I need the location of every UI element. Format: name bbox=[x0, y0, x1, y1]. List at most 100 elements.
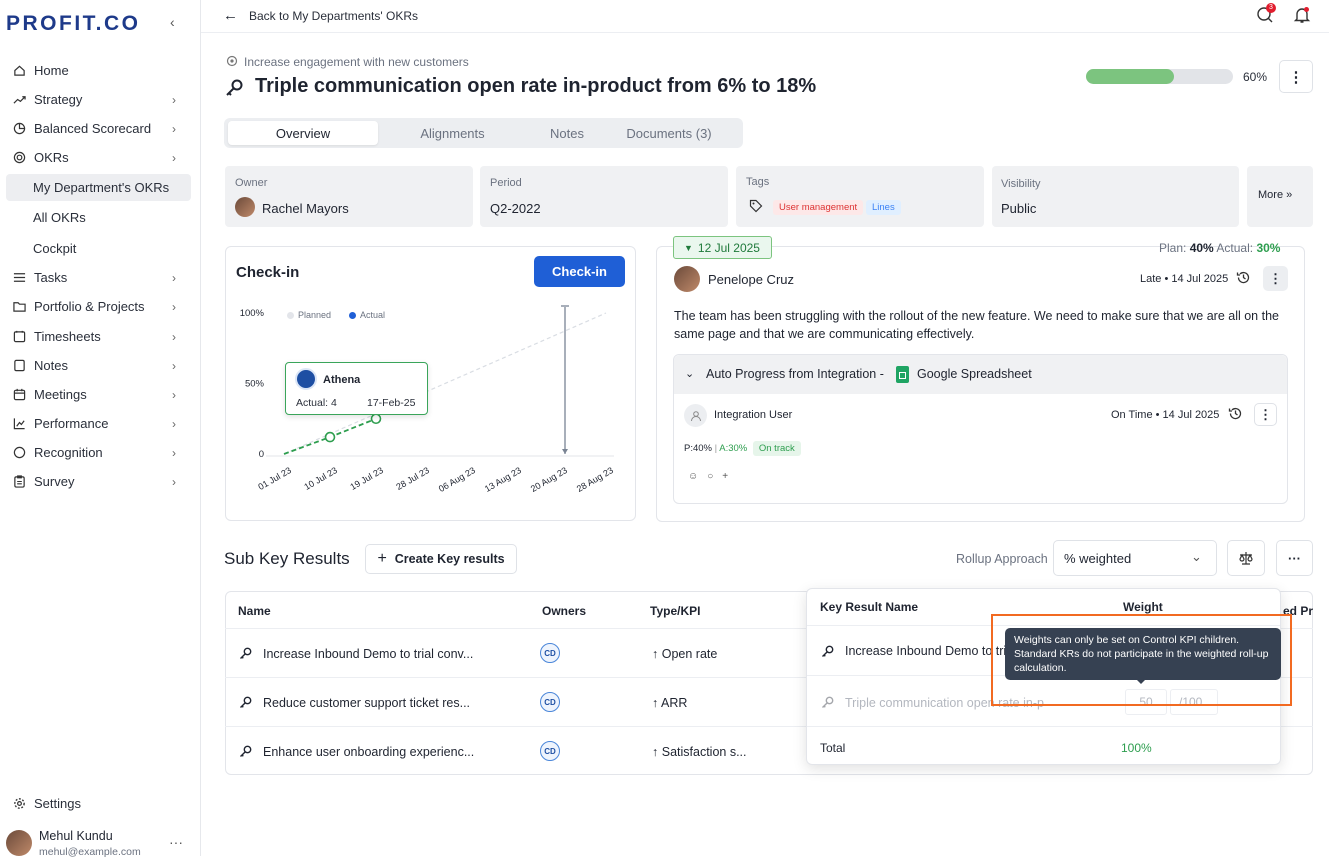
scale-icon[interactable] bbox=[1227, 540, 1265, 576]
note-icon bbox=[12, 359, 26, 373]
actual-point bbox=[324, 431, 336, 443]
plus-icon: + bbox=[377, 550, 387, 567]
sidebar-item-all-okrs[interactable]: All OKRs bbox=[0, 203, 201, 232]
sidebar-item-balanced-scorecard[interactable]: Balanced Scorecard › bbox=[0, 114, 201, 143]
back-link[interactable]: Back to My Departments' OKRs bbox=[249, 9, 418, 23]
arrow-up-icon: ↑ bbox=[652, 696, 659, 710]
integration-more-icon[interactable]: ⋮ bbox=[1254, 403, 1277, 426]
more-button[interactable]: More » bbox=[1247, 166, 1313, 227]
tab-documents[interactable]: Documents (3) bbox=[609, 121, 729, 145]
sidebar-item-meetings[interactable]: Meetings › bbox=[0, 380, 201, 409]
sidebar-item-survey[interactable]: Survey › bbox=[0, 467, 201, 496]
owner-avatar[interactable]: CD bbox=[540, 692, 560, 712]
brand-logo: PROFIT.CO bbox=[6, 12, 141, 35]
chevron-right-icon: › bbox=[172, 270, 176, 285]
more-options-icon[interactable]: ⋮ bbox=[1279, 60, 1313, 93]
sidebar-item-my-department-okrs[interactable]: My Department's OKRs bbox=[6, 174, 191, 201]
visibility-value: Public bbox=[1001, 201, 1037, 216]
key-result-icon bbox=[225, 77, 245, 100]
history-icon[interactable] bbox=[1236, 270, 1251, 288]
tag-chip[interactable]: Lines bbox=[866, 200, 901, 215]
sidebar-item-timesheets[interactable]: Timesheets › bbox=[0, 322, 201, 351]
emoji-icon[interactable]: ☺ bbox=[688, 471, 698, 482]
checkin-status: Late • 14 Jul 2025 bbox=[1140, 273, 1229, 285]
chevron-right-icon: › bbox=[172, 445, 176, 460]
sidebar-item-recognition[interactable]: Recognition › bbox=[0, 438, 201, 467]
rollup-select[interactable]: % weighted ⌄ bbox=[1053, 540, 1217, 576]
row-name[interactable]: Reduce customer support ticket res... bbox=[263, 696, 470, 710]
back-arrow-icon[interactable]: ← bbox=[223, 7, 238, 24]
sidebar-item-portfolio[interactable]: Portfolio & Projects › bbox=[0, 292, 201, 321]
row-name[interactable]: Enhance user onboarding experienc... bbox=[263, 745, 474, 759]
tab-notes[interactable]: Notes bbox=[527, 121, 607, 145]
sidebar-item-home[interactable]: Home bbox=[0, 56, 201, 85]
period-label: Period bbox=[490, 177, 522, 189]
checkin-more-icon[interactable]: ⋮ bbox=[1263, 266, 1288, 291]
integration-title: Auto Progress from Integration - bbox=[706, 367, 884, 381]
checkin-button[interactable]: Check-in bbox=[534, 256, 625, 287]
highlight-box bbox=[991, 614, 1292, 706]
checkin-date-chip[interactable]: ▼ 12 Jul 2025 bbox=[673, 236, 772, 259]
tag-chip[interactable]: User management bbox=[773, 200, 864, 215]
user-menu-icon[interactable]: ··· bbox=[169, 834, 183, 850]
gear-icon bbox=[12, 797, 26, 811]
column-header-weight: Weight bbox=[1123, 600, 1163, 614]
owner-avatar[interactable]: CD bbox=[540, 741, 560, 761]
chart-tooltip: Athena Actual: 4 17-Feb-25 bbox=[285, 362, 428, 415]
create-key-results-button[interactable]: + Create Key results bbox=[365, 544, 517, 574]
owner-avatar[interactable]: CD bbox=[540, 643, 560, 663]
sidebar-item-label: Meetings bbox=[34, 387, 87, 402]
row-name[interactable]: Increase Inbound Demo to trial conv... bbox=[263, 647, 473, 661]
sidebar-item-notes[interactable]: Notes › bbox=[0, 351, 201, 380]
notification-badge: 3 bbox=[1266, 3, 1276, 13]
reaction-bar: ☺ ○ + bbox=[688, 471, 728, 482]
sidebar-item-label: OKRs bbox=[34, 150, 69, 165]
owner-name[interactable]: Rachel Mayors bbox=[262, 201, 349, 216]
plan-value: 40% bbox=[1189, 241, 1214, 255]
sidebar-item-cockpit[interactable]: Cockpit bbox=[0, 234, 201, 263]
circle-icon bbox=[12, 446, 26, 460]
comment-icon[interactable]: ○ bbox=[707, 471, 713, 482]
y-tick-label: 0 bbox=[259, 449, 264, 460]
integration-user-icon bbox=[684, 404, 707, 427]
chevron-right-icon: › bbox=[172, 358, 176, 373]
rollup-label: Rollup Approach bbox=[956, 552, 1048, 566]
legend-planned: Planned bbox=[298, 310, 332, 320]
sidebar-item-tasks[interactable]: Tasks › bbox=[0, 263, 201, 292]
history-icon[interactable] bbox=[1228, 406, 1243, 424]
sidebar-item-okrs[interactable]: OKRs › bbox=[0, 143, 201, 172]
plan-label: Plan: bbox=[1159, 241, 1187, 255]
legend-swatch-actual bbox=[349, 311, 357, 319]
section-more-icon[interactable]: ··· bbox=[1276, 540, 1313, 576]
tab-alignments[interactable]: Alignments bbox=[380, 121, 525, 145]
chevron-down-icon[interactable]: ⌄ bbox=[685, 367, 694, 380]
tab-overview[interactable]: Overview bbox=[228, 121, 378, 145]
sidebar-item-settings[interactable]: Settings bbox=[0, 789, 201, 818]
sidebar-item-strategy[interactable]: Strategy › bbox=[0, 85, 201, 114]
checkin-user[interactable]: Penelope Cruz bbox=[708, 272, 794, 287]
sidebar-item-performance[interactable]: Performance › bbox=[0, 409, 201, 438]
actual-value: 30% bbox=[1256, 241, 1281, 255]
x-tick-label: 10 Jul 23 bbox=[302, 465, 339, 492]
user-name: Mehul Kundu bbox=[39, 829, 113, 843]
calendar-icon bbox=[12, 388, 26, 402]
bell-icon[interactable] bbox=[1293, 6, 1311, 27]
x-tick-label: 28 Aug 23 bbox=[575, 465, 615, 494]
x-tick-label: 19 Jul 23 bbox=[348, 465, 385, 492]
column-header-kr-name: Key Result Name bbox=[820, 600, 919, 614]
plus-icon[interactable]: + bbox=[722, 471, 728, 482]
home-icon bbox=[12, 64, 26, 78]
top-bar: ← Back to My Departments' OKRs 3 bbox=[201, 0, 1329, 33]
double-chevron-down-icon: » bbox=[1286, 189, 1293, 201]
checkin-title: Check-in bbox=[236, 264, 300, 281]
chevron-right-icon: › bbox=[172, 121, 176, 136]
parent-objective[interactable]: Increase engagement with new customers bbox=[244, 55, 469, 69]
integration-status: On Time • 14 Jul 2025 bbox=[1111, 409, 1220, 421]
objective-icon bbox=[226, 55, 238, 70]
chevron-down-icon: ⌄ bbox=[1191, 549, 1202, 564]
chat-icon[interactable]: 3 bbox=[1256, 3, 1276, 27]
collapse-sidebar-icon[interactable]: ‹ bbox=[170, 14, 175, 30]
sidebar-item-label: Balanced Scorecard bbox=[34, 121, 152, 136]
clock-icon bbox=[12, 330, 26, 344]
actual-value: A:30% bbox=[719, 443, 748, 454]
